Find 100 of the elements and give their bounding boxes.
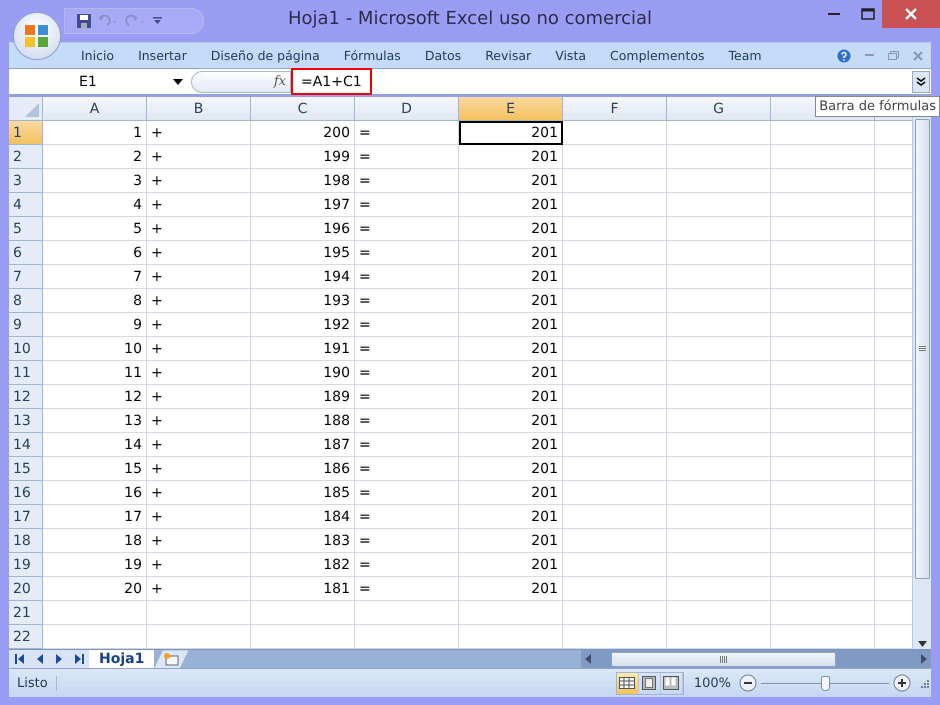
table-cell[interactable]: 1 <box>43 121 147 146</box>
table-cell[interactable] <box>771 337 875 362</box>
office-button[interactable] <box>13 12 61 60</box>
table-cell[interactable]: = <box>355 217 459 242</box>
table-cell[interactable]: 193 <box>251 289 355 314</box>
resize-grip-icon[interactable] <box>919 678 929 688</box>
table-cell[interactable]: 201 <box>459 505 563 530</box>
row-header[interactable]: 11 <box>9 361 43 386</box>
first-sheet-button[interactable] <box>14 654 24 664</box>
table-cell[interactable]: + <box>147 337 251 362</box>
table-cell[interactable] <box>771 385 875 410</box>
table-cell[interactable] <box>667 265 771 290</box>
column-header[interactable]: C <box>251 97 355 122</box>
table-cell[interactable]: 201 <box>459 361 563 386</box>
table-cell[interactable] <box>771 433 875 458</box>
table-cell[interactable]: 7 <box>43 265 147 290</box>
table-cell[interactable] <box>563 169 667 194</box>
table-cell[interactable]: 199 <box>251 145 355 170</box>
table-cell[interactable] <box>667 457 771 482</box>
table-cell[interactable]: = <box>355 577 459 602</box>
select-all-button[interactable] <box>9 97 43 122</box>
table-cell[interactable]: = <box>355 289 459 314</box>
ribbon-tab[interactable]: Vista <box>543 48 598 63</box>
table-cell[interactable]: + <box>147 481 251 506</box>
table-cell[interactable]: = <box>355 169 459 194</box>
table-cell[interactable]: 201 <box>459 289 563 314</box>
table-cell[interactable]: + <box>147 121 251 146</box>
ribbon-tab[interactable]: Team <box>716 48 774 63</box>
undo-button[interactable] <box>97 15 119 27</box>
row-header[interactable]: 6 <box>9 241 43 266</box>
table-cell[interactable]: = <box>355 145 459 170</box>
table-cell[interactable]: 13 <box>43 409 147 434</box>
table-cell[interactable]: 201 <box>459 481 563 506</box>
next-sheet-button[interactable] <box>54 654 64 664</box>
table-cell[interactable] <box>563 337 667 362</box>
row-header[interactable]: 4 <box>9 193 43 218</box>
table-cell[interactable]: 191 <box>251 337 355 362</box>
table-cell[interactable]: 188 <box>251 409 355 434</box>
row-header[interactable]: 3 <box>9 169 43 194</box>
table-cell[interactable]: + <box>147 145 251 170</box>
table-cell[interactable]: 3 <box>43 169 147 194</box>
table-cell[interactable] <box>563 217 667 242</box>
scroll-thumb[interactable] <box>914 119 930 580</box>
redo-button[interactable] <box>125 15 147 27</box>
table-cell[interactable]: = <box>355 553 459 578</box>
table-cell[interactable] <box>667 385 771 410</box>
table-cell[interactable]: 189 <box>251 385 355 410</box>
table-cell[interactable]: 20 <box>43 577 147 602</box>
table-cell[interactable]: + <box>147 265 251 290</box>
table-cell[interactable]: = <box>355 481 459 506</box>
formula-field[interactable]: =A1+C1 <box>291 68 372 96</box>
table-cell[interactable] <box>563 553 667 578</box>
table-cell[interactable]: 201 <box>459 577 563 602</box>
restore-icon[interactable] <box>888 51 899 60</box>
help-icon[interactable] <box>837 48 851 62</box>
table-cell[interactable]: 14 <box>43 433 147 458</box>
table-cell[interactable]: = <box>355 433 459 458</box>
table-cell[interactable]: 201 <box>459 241 563 266</box>
table-cell[interactable]: = <box>355 505 459 530</box>
table-cell[interactable]: 6 <box>43 241 147 266</box>
formula-bar-handle[interactable]: fx <box>191 70 291 93</box>
table-cell[interactable]: = <box>355 265 459 290</box>
table-cell[interactable] <box>563 241 667 266</box>
table-cell[interactable] <box>771 145 875 170</box>
view-button[interactable] <box>616 672 639 694</box>
table-cell[interactable]: 201 <box>459 553 563 578</box>
table-cell[interactable]: 12 <box>43 385 147 410</box>
ribbon-tab[interactable]: Diseño de página <box>198 48 332 63</box>
customize-toolbar-button[interactable] <box>153 17 162 25</box>
table-cell[interactable]: = <box>355 337 459 362</box>
table-cell[interactable]: 192 <box>251 313 355 338</box>
table-cell[interactable]: 187 <box>251 433 355 458</box>
close-button[interactable] <box>882 0 940 28</box>
table-cell[interactable] <box>771 481 875 506</box>
table-cell[interactable]: 17 <box>43 505 147 530</box>
table-cell[interactable] <box>563 145 667 170</box>
table-cell[interactable] <box>667 289 771 314</box>
table-cell[interactable]: + <box>147 241 251 266</box>
ribbon-tab[interactable]: Inicio <box>69 48 126 63</box>
table-cell[interactable]: 195 <box>251 241 355 266</box>
table-cell[interactable]: = <box>355 361 459 386</box>
table-cell[interactable]: 201 <box>459 409 563 434</box>
column-header[interactable]: B <box>147 97 251 122</box>
table-cell[interactable] <box>667 169 771 194</box>
table-cell[interactable]: 4 <box>43 193 147 218</box>
table-cell[interactable]: 201 <box>459 265 563 290</box>
table-cell[interactable]: + <box>147 457 251 482</box>
close-icon[interactable] <box>913 50 923 60</box>
table-cell[interactable]: 9 <box>43 313 147 338</box>
insert-sheet-button[interactable] <box>154 650 188 668</box>
table-cell[interactable]: + <box>147 433 251 458</box>
table-cell[interactable]: + <box>147 505 251 530</box>
table-cell[interactable]: 201 <box>459 121 563 146</box>
table-cell[interactable]: 201 <box>459 217 563 242</box>
table-cell[interactable]: 194 <box>251 265 355 290</box>
table-cell[interactable]: 16 <box>43 481 147 506</box>
table-cell[interactable]: 201 <box>459 433 563 458</box>
table-cell[interactable] <box>251 601 355 626</box>
table-cell[interactable] <box>771 121 875 146</box>
table-cell[interactable] <box>771 217 875 242</box>
